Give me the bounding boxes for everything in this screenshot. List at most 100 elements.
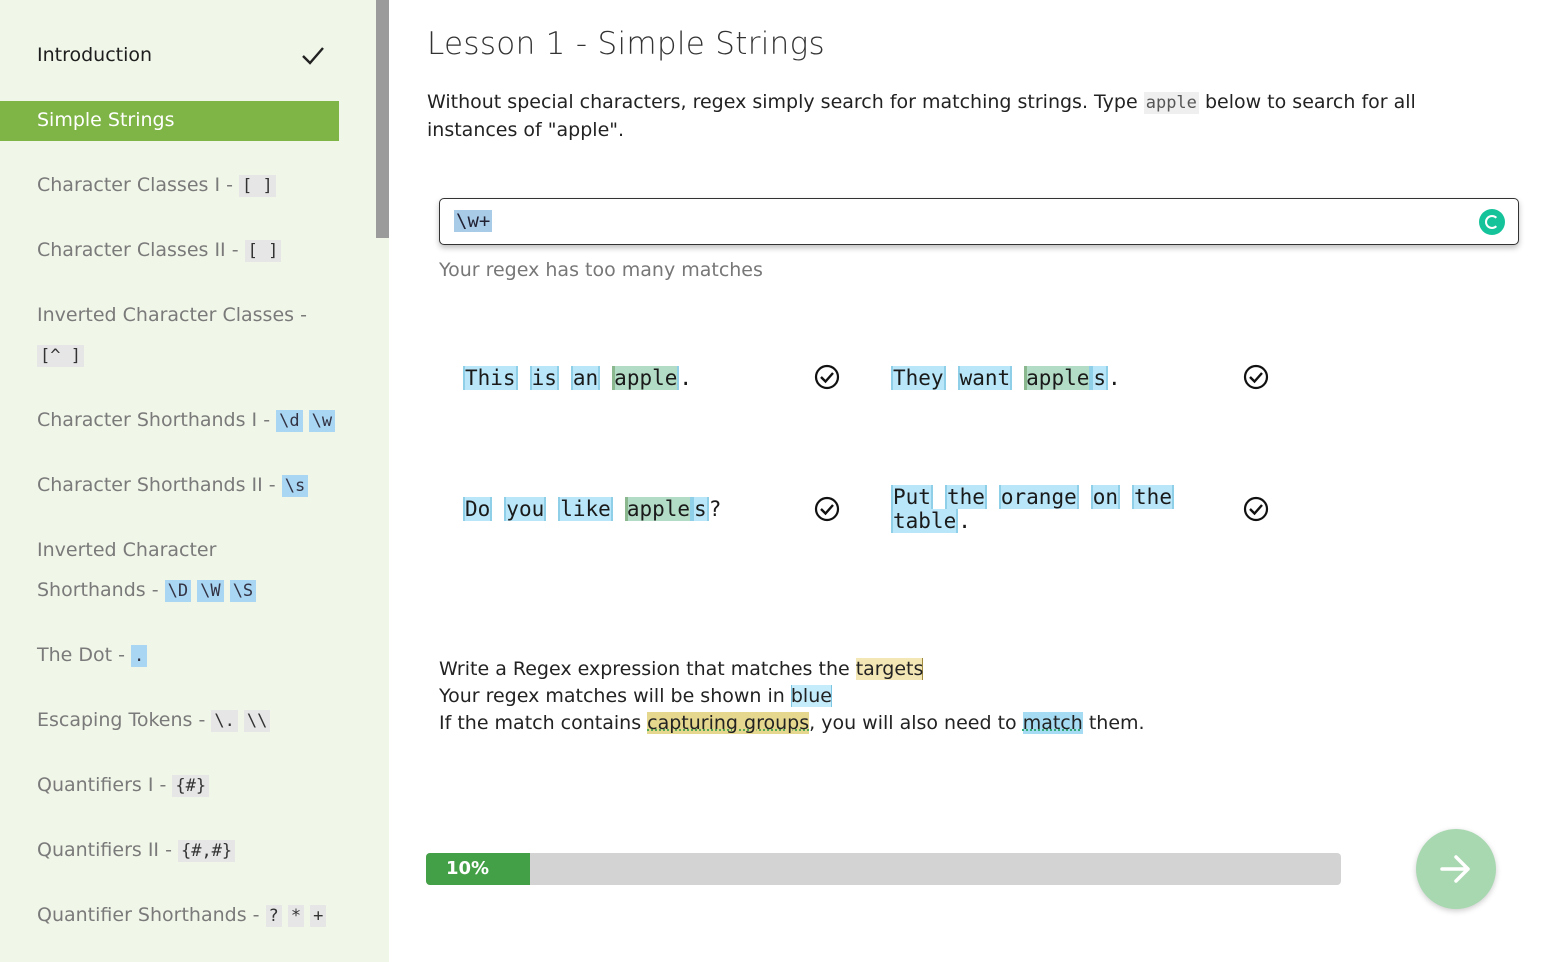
sidebar-item-label: Character Classes II - [37, 239, 245, 261]
match-word: the [944, 485, 987, 509]
sidebar-item-label: Character Classes I - [37, 174, 239, 196]
match-word: table [891, 509, 959, 533]
lesson-progress-bar: 10% [426, 853, 1341, 885]
sidebar-item-character-classes-1[interactable]: Character Classes I - [ ] [0, 172, 339, 204]
sidebar-item-inverted-character-shorthands[interactable]: Inverted Character Shorthands - \D \W \S [0, 537, 339, 609]
description-text: Without special characters, regex simply… [427, 91, 1144, 113]
legend-text: Your regex matches will be shown in [439, 685, 791, 707]
regex-token: \d [276, 410, 303, 432]
match-word: you [504, 497, 547, 521]
match-word: Do [463, 497, 493, 521]
target-match-word: apple [1024, 366, 1092, 390]
example-suffix: . [958, 509, 971, 533]
regex-token: + [310, 905, 327, 927]
instructions-legend: Write a Regex expression that matches th… [439, 656, 1145, 737]
progress-label: 10% [446, 858, 490, 879]
legend-blue: blue [790, 685, 832, 707]
match-word: want [957, 366, 1013, 390]
sidebar-item-label: Character Shorthands II - [37, 474, 282, 496]
sidebar-item-label: Escaping Tokens - [37, 709, 212, 731]
legend-match: match [1022, 712, 1083, 734]
legend-text: Write a Regex expression that matches th… [439, 658, 856, 680]
regex-token: [ ] [244, 240, 282, 262]
match-word: Put [891, 485, 933, 509]
match-word: the [1132, 485, 1174, 509]
regex-token: \. [211, 710, 238, 732]
regex-input[interactable]: \w+ [439, 198, 1519, 245]
match-word: They [891, 366, 946, 390]
sidebar-item-escaping-tokens[interactable]: Escaping Tokens - \. \\ [0, 707, 339, 739]
match-word: an [570, 366, 601, 390]
sidebar-item-label: Inverted Character Classes - [37, 304, 307, 326]
description-code: apple [1143, 92, 1199, 114]
sidebar-item-label: Character Shorthands I - [37, 409, 277, 431]
lesson-description: Without special characters, regex simply… [427, 89, 1507, 144]
sidebar-item-label: Introduction [37, 44, 153, 66]
sidebar-item-character-shorthands-1[interactable]: Character Shorthands I - \d \w [0, 407, 339, 439]
sidebar-item-label: Quantifier Shorthands - [37, 904, 266, 926]
regex-token: \\ [243, 710, 271, 732]
legend-capturing-groups: capturing groups [647, 712, 810, 734]
sidebar-item-label: Quantifiers I - [37, 774, 173, 796]
legend-targets: targets [855, 658, 924, 680]
regex-status: Your regex has too many matches [439, 259, 763, 281]
regex-token: \s [281, 475, 309, 497]
example-string: Put the orange on the table. [891, 485, 1174, 533]
sidebar-item-label: Simple Strings [37, 109, 175, 131]
match-word: like [558, 497, 613, 521]
lesson-sidebar: Introduction Simple Strings Character Cl… [0, 0, 389, 962]
regex-token: . [131, 645, 148, 667]
regex-token: \S [229, 580, 257, 602]
checkmark-icon [302, 47, 324, 65]
match-word: on [1090, 485, 1121, 509]
legend-text: , you will also need to [809, 712, 1023, 734]
regex-token: {#,#} [177, 840, 236, 862]
match-word: orange [998, 485, 1079, 509]
legend-text: them. [1082, 712, 1145, 734]
check-circle-icon [814, 364, 840, 390]
sidebar-item-quantifiers-1[interactable]: Quantifiers I - {#} [0, 772, 339, 804]
regex-token: \w [308, 410, 336, 432]
check-circle-icon [1243, 364, 1269, 390]
example-string: Do you like apple s? [463, 497, 721, 521]
example-string: This is an apple. [463, 366, 692, 390]
example-string: They want apple s. [891, 366, 1121, 390]
regex-token: * [287, 905, 305, 927]
regex-token: [^ ] [37, 345, 84, 367]
grammarly-icon[interactable] [1479, 209, 1505, 235]
check-circle-icon [1243, 496, 1269, 522]
sidebar-item-quantifiers-2[interactable]: Quantifiers II - {#,#} [0, 837, 339, 869]
page-title: Lesson 1 - Simple Strings [427, 26, 825, 62]
regex-input-value[interactable]: \w+ [454, 210, 493, 232]
sidebar-item-label: Quantifiers II - [37, 839, 178, 861]
regex-token: \W [197, 580, 224, 602]
sidebar-scrollbar-thumb[interactable] [376, 0, 389, 238]
target-match-word: apple [624, 497, 693, 521]
sidebar-item-character-shorthands-2[interactable]: Character Shorthands II - \s [0, 472, 339, 504]
sidebar-item-quantifier-shorthands[interactable]: Quantifier Shorthands - ? * + [0, 902, 339, 934]
regex-token: [ ] [239, 175, 276, 197]
sidebar-item-character-classes-2[interactable]: Character Classes II - [ ] [0, 237, 339, 269]
example-suffix: ? [708, 497, 722, 521]
legend-text: If the match contains [439, 712, 648, 734]
next-lesson-button[interactable] [1416, 829, 1496, 909]
sidebar-item-label: Inverted Character [37, 539, 217, 561]
match-word: s [1091, 366, 1109, 390]
match-word: s [692, 497, 709, 521]
target-match-word: apple [612, 366, 680, 390]
example-suffix: . [679, 366, 693, 390]
regex-token: {#} [172, 775, 210, 797]
example-suffix: . [1108, 366, 1121, 390]
regex-token: ? [265, 905, 282, 927]
check-circle-icon [814, 496, 840, 522]
arrow-right-icon [1440, 855, 1470, 883]
sidebar-item-label: The Dot - [37, 644, 132, 666]
match-word: This [463, 366, 518, 390]
match-word: is [529, 366, 559, 390]
sidebar-item-the-dot[interactable]: The Dot - . [0, 642, 339, 674]
sidebar-item-introduction[interactable]: Introduction [0, 40, 339, 72]
regex-token: \D [164, 580, 192, 602]
sidebar-item-label-2: Shorthands - [37, 579, 165, 601]
sidebar-item-simple-strings[interactable]: Simple Strings [0, 101, 339, 141]
sidebar-item-inverted-character-classes[interactable]: Inverted Character Classes - [^ ] [0, 302, 339, 374]
